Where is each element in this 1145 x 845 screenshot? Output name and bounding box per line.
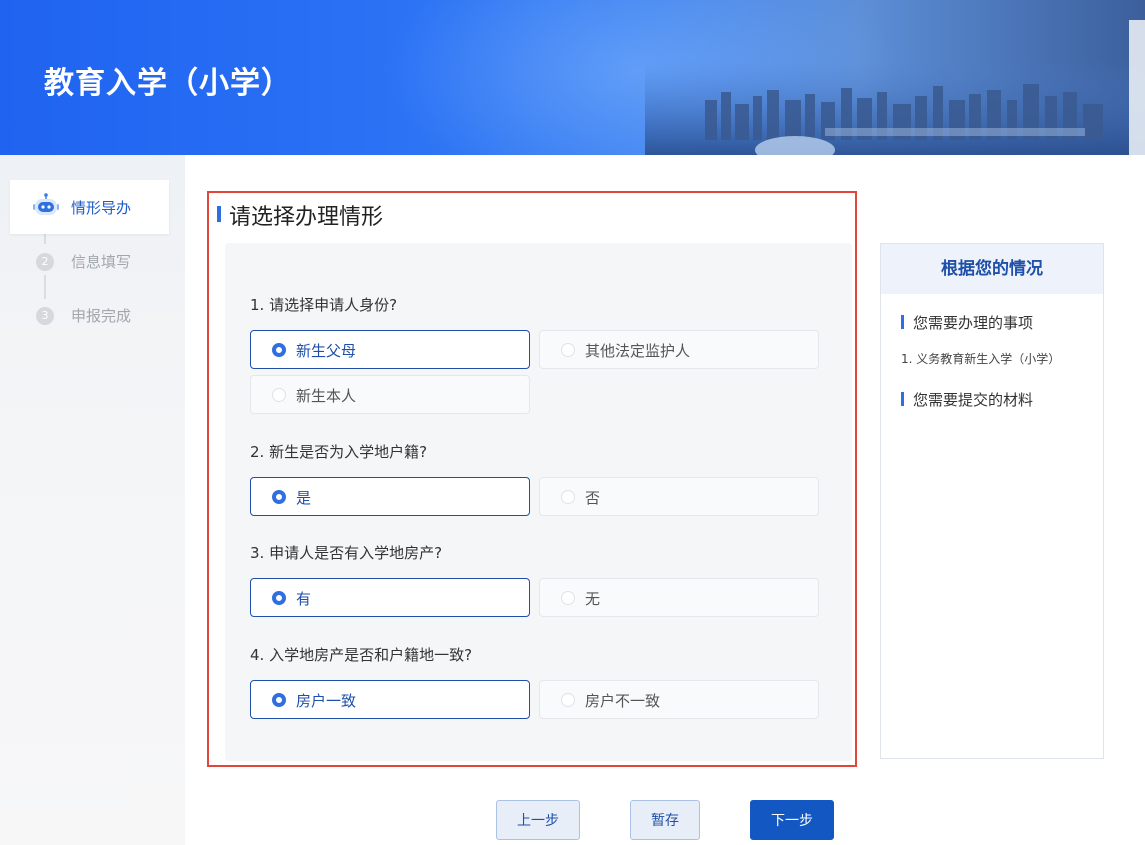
radio-icon [561,591,575,605]
step-sidebar: 情形导办 2 信息填写 3 申报完成 [0,155,185,845]
option-parents[interactable]: 新生父母 [250,330,530,369]
option-self[interactable]: 新生本人 [250,375,530,414]
step-item-complete[interactable]: 3 申报完成 [10,289,169,343]
city-skyline-image [645,20,1145,155]
option-inconsistent[interactable]: 房户不一致 [539,680,819,719]
question-label: 2. 新生是否为入学地户籍? [250,443,428,461]
option-label: 无 [585,590,601,608]
option-label: 有 [296,590,312,608]
list-item[interactable]: 1. 义务教育新生入学（小学） [901,350,1060,367]
step-number: 3 [36,307,54,325]
question-label: 4. 入学地房产是否和户籍地一致? [250,646,473,664]
radio-icon [272,490,286,504]
next-button[interactable]: 下一步 [750,800,834,840]
option-no[interactable]: 否 [539,477,819,516]
step-label: 情形导办 [71,199,132,217]
step-item-info[interactable]: 2 信息填写 [10,235,169,289]
option-label: 新生本人 [296,387,357,405]
radio-icon [561,490,575,504]
option-no-property[interactable]: 无 [539,578,819,617]
option-label: 新生父母 [296,342,357,360]
result-panel-title: 根据您的情况 [881,244,1103,294]
option-label: 房户一致 [296,692,357,710]
option-label: 房户不一致 [585,692,661,710]
option-yes[interactable]: 是 [250,477,530,516]
radio-icon [561,693,575,707]
step-label: 申报完成 [71,307,132,325]
page-title: 教育入学（小学） [44,66,292,101]
materials-heading: 您需要提交的材料 [901,389,1033,410]
step-item-guide[interactable]: 情形导办 [10,180,169,234]
items-heading: 您需要办理的事项 [901,312,1033,333]
option-label: 否 [585,489,601,507]
option-has-property[interactable]: 有 [250,578,530,617]
question-label: 3. 申请人是否有入学地房产? [250,544,443,562]
header-banner: 教育入学（小学） [0,0,1145,155]
prev-button[interactable]: 上一步 [496,800,580,840]
radio-icon [272,388,286,402]
radio-icon [272,693,286,707]
radio-icon [272,591,286,605]
option-label: 其他法定监护人 [585,342,691,360]
option-consistent[interactable]: 房户一致 [250,680,530,719]
step-number: 2 [36,253,54,271]
step-label: 信息填写 [71,253,132,271]
robot-assistant-icon [33,193,59,215]
section-title: 请选择办理情形 [217,199,383,231]
result-panel: 根据您的情况 您需要办理的事项 1. 义务教育新生入学（小学） 您需要提交的材料 [880,243,1104,759]
save-draft-button[interactable]: 暂存 [630,800,700,840]
question-label: 1. 请选择申请人身份? [250,296,398,314]
radio-icon [561,343,575,357]
option-label: 是 [296,489,312,507]
radio-icon [272,343,286,357]
option-guardian[interactable]: 其他法定监护人 [539,330,819,369]
